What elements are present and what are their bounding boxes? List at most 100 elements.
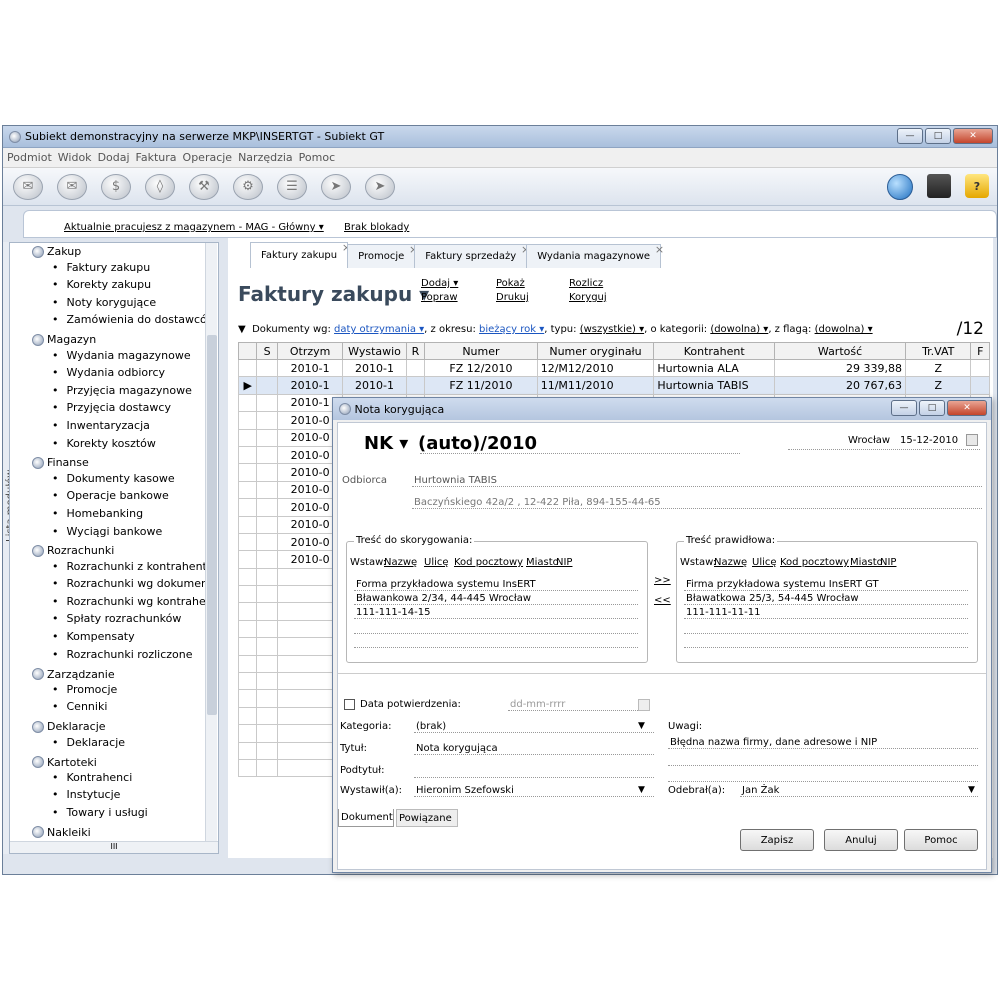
sidebar-item[interactable]: Deklaracje xyxy=(32,736,208,754)
globe-icon[interactable] xyxy=(887,174,913,200)
sidebar-item[interactable]: Homebanking xyxy=(32,507,208,525)
column-header[interactable]: Numer oryginału xyxy=(536,342,655,360)
column-header[interactable]: Numer xyxy=(424,342,538,360)
help-button[interactable]: Pomoc xyxy=(904,829,978,851)
sidebar-item[interactable]: Faktury zakupu xyxy=(32,261,208,279)
table-row[interactable]: 2010-1 2010-1 FZ 12/2010 12/M12/2010 Hurtown… xyxy=(237,358,990,378)
document-icon[interactable]: ☰ xyxy=(277,173,307,200)
sidebar-item[interactable]: Inwentaryzacja xyxy=(32,419,208,437)
category-select[interactable]: (brak) xyxy=(414,721,654,733)
print-link[interactable]: Drukuj xyxy=(496,292,529,303)
subtitle-input[interactable] xyxy=(414,765,654,778)
dialog-close-button[interactable]: ✕ xyxy=(947,400,987,416)
sidebar-item[interactable]: Noty korygujące xyxy=(32,296,208,314)
insert-city-link-left[interactable]: Miasto xyxy=(526,557,559,568)
insert-zip-link-left[interactable]: Kod pocztowy xyxy=(454,557,523,568)
issuer-select[interactable]: Hieronim Szefowski xyxy=(414,785,654,797)
warehouse-selector[interactable]: Aktualnie pracujesz z magazynem - MAG - … xyxy=(64,222,324,233)
tab-faktury-zakupu[interactable]: Faktury zakupu× xyxy=(250,241,351,268)
copy-right-button[interactable]: >> xyxy=(654,575,671,586)
sidebar-group[interactable]: Deklaracje xyxy=(32,718,208,736)
filter-type[interactable]: (wszystkie) ▾ xyxy=(580,324,644,335)
filter-date-by[interactable]: daty otrzymania ▾ xyxy=(334,324,424,335)
sidebar-group[interactable]: Zarządzanie xyxy=(32,665,208,683)
forward-icon[interactable]: ➤ xyxy=(321,173,351,200)
tools-icon[interactable]: ⚙ xyxy=(233,173,263,200)
remarks-line-3[interactable] xyxy=(668,769,978,782)
close-tab-icon[interactable]: × xyxy=(655,243,664,256)
wrong-line-4[interactable] xyxy=(354,621,638,634)
confirm-date-checkbox[interactable] xyxy=(344,699,355,710)
column-header[interactable] xyxy=(237,342,258,360)
column-header[interactable]: S xyxy=(256,342,278,360)
cancel-button[interactable]: Anuluj xyxy=(824,829,898,851)
correct-line-5[interactable] xyxy=(684,635,968,648)
sidebar-item[interactable]: Przyjęcia magazynowe xyxy=(32,384,208,402)
menu-podmiot[interactable]: Podmiot xyxy=(7,151,52,164)
correct-link[interactable]: Koryguj xyxy=(569,292,607,303)
show-link[interactable]: Pokaż xyxy=(496,278,525,289)
dialog-maximize-button[interactable]: □ xyxy=(919,400,945,416)
column-header[interactable]: F xyxy=(970,342,990,360)
wrong-line-2[interactable]: Bławankowa 2/34, 44-445 Wrocław xyxy=(354,593,638,605)
page-title[interactable]: Faktury zakupu ▾ xyxy=(238,282,429,306)
sidebar-item[interactable]: Korekty zakupu xyxy=(32,278,208,296)
sidebar-group[interactable]: Nakleiki xyxy=(32,824,208,842)
column-header[interactable]: Tr.VAT xyxy=(904,342,972,360)
minimize-button[interactable]: — xyxy=(897,128,923,144)
menu-operacje[interactable]: Operacje xyxy=(183,151,233,164)
sidebar-item[interactable]: Korekty kosztów xyxy=(32,437,208,455)
sidebar-item[interactable]: Promocje xyxy=(32,683,208,701)
menu-widok[interactable]: Widok xyxy=(58,151,92,164)
filter-arrow-icon[interactable]: ▼ xyxy=(238,324,246,335)
dialog-minimize-button[interactable]: — xyxy=(891,400,917,416)
insert-name-link-right[interactable]: Nazwę xyxy=(714,557,747,568)
menu-pomoc[interactable]: Pomoc xyxy=(299,151,335,164)
maximize-button[interactable]: □ xyxy=(925,128,951,144)
sidebar-item[interactable]: Rozrachunki wg dokumentów xyxy=(32,577,209,595)
date-field[interactable]: 15-12-2010 xyxy=(900,435,958,446)
sidebar-hscrollbar[interactable]: III xyxy=(10,841,218,853)
sidebar-item[interactable]: Instytucje xyxy=(32,788,208,806)
insert-street-link-right[interactable]: Ulicę xyxy=(752,557,777,568)
insert-street-link-left[interactable]: Ulicę xyxy=(424,557,449,568)
settle-link[interactable]: Rozlicz xyxy=(569,278,603,289)
sidebar-scrollbar[interactable] xyxy=(205,243,217,843)
sidebar-item[interactable]: Kontrahenci xyxy=(32,771,208,789)
tab-document[interactable]: Dokument xyxy=(338,809,394,827)
menu-dodaj[interactable]: Dodaj xyxy=(98,151,130,164)
column-header[interactable]: Wartość xyxy=(774,342,906,360)
copy-left-button[interactable]: << xyxy=(654,595,671,606)
sidebar-item[interactable]: Przyjęcia dostawcy xyxy=(32,401,208,419)
wrong-line-1[interactable]: Forma przykładowa systemu InsERT xyxy=(354,579,638,591)
money-icon[interactable]: $ xyxy=(101,173,131,200)
correct-line-4[interactable] xyxy=(684,621,968,634)
close-button[interactable]: ✕ xyxy=(953,128,993,144)
edit-link[interactable]: Popraw xyxy=(421,292,458,303)
sidebar-group[interactable]: Zakup xyxy=(32,243,208,261)
confirm-date-input[interactable]: dd-mm-rrrr xyxy=(508,699,638,711)
sidebar-item[interactable]: Towary i usługi xyxy=(32,806,208,824)
sidebar-item[interactable]: Operacje bankowe xyxy=(32,489,208,507)
wrong-line-3[interactable]: 111-111-14-15 xyxy=(354,607,638,619)
place-field[interactable]: Wrocław xyxy=(848,435,890,446)
tab-related[interactable]: Powiązane xyxy=(396,809,458,827)
tag-icon[interactable]: ◊ xyxy=(145,173,175,200)
sidebar-group[interactable]: Rozrachunki xyxy=(32,542,208,560)
title-input[interactable]: Nota korygująca xyxy=(414,743,654,755)
sidebar-item[interactable]: Wydania magazynowe xyxy=(32,349,208,367)
tab-wydania-magazynowe[interactable]: Wydania magazynowe × xyxy=(526,243,664,268)
recipient-name[interactable]: Hurtownia TABIS xyxy=(412,475,982,487)
sidebar-item[interactable]: Spłaty rozrachunków xyxy=(32,612,208,630)
add-link[interactable]: Dodaj ▾ xyxy=(421,278,458,289)
filter-flag[interactable]: (dowolna) ▾ xyxy=(815,324,873,335)
correct-line-2[interactable]: Bławatkowa 25/3, 54-445 Wrocław xyxy=(684,593,968,605)
arrow-icon[interactable]: ➤ xyxy=(365,173,395,200)
column-header[interactable]: Kontrahent xyxy=(653,342,776,360)
menu-narzedzia[interactable]: Narzędzia xyxy=(238,151,293,164)
insert-name-link-left[interactable]: Nazwę xyxy=(384,557,417,568)
receive-icon[interactable]: ✉ xyxy=(57,173,87,200)
sidebar-item[interactable]: Zamówienia do dostawców xyxy=(32,313,209,331)
scrollbar-thumb[interactable] xyxy=(207,335,217,715)
save-button[interactable]: Zapisz xyxy=(740,829,814,851)
